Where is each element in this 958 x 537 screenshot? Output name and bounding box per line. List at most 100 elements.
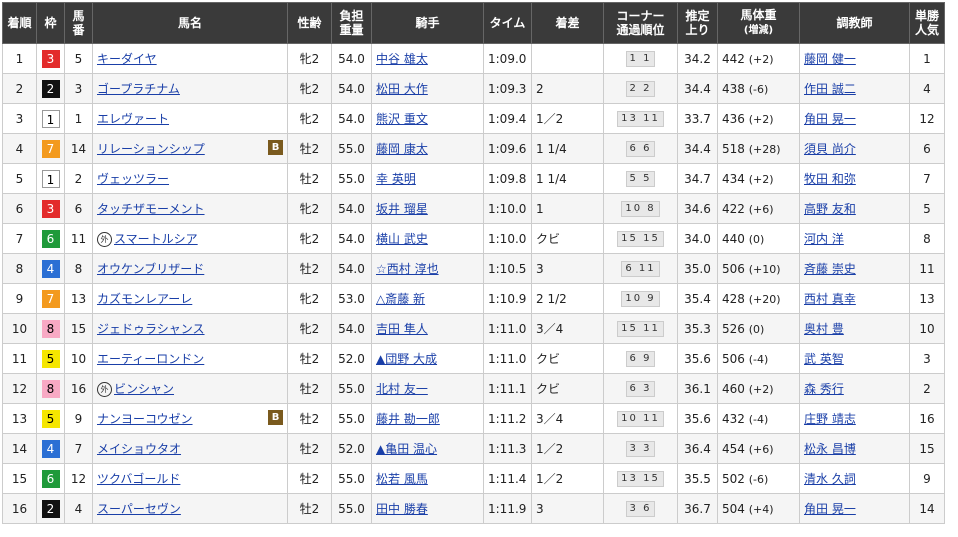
body-weight-cell: 428 (+20) [717,283,800,314]
trainer-cell: 武 英智 [799,343,910,374]
horse-name-link[interactable]: ビンシャン [114,382,174,396]
waku-cell: 8 [36,313,65,344]
body-weight-cell: 436 (+2) [717,103,800,134]
header-label: 着順 [7,16,32,30]
jockey-link[interactable]: 田中 勝春 [376,502,428,516]
header-label: 着差 [555,16,580,30]
margin-cell: 2 1/2 [531,283,604,314]
trainer-cell: 清水 久詞 [799,463,910,494]
jockey-link[interactable]: 藤井 勘一郎 [376,412,440,426]
table-row: 16 2 4 スーパーセヴン 牡2 55.0 田中 勝春 1:11.9 3 3 6 36.7 504 … [2,493,945,524]
jockey-link[interactable]: 吉田 隼人 [376,322,428,336]
header-label: 単勝 [914,9,939,23]
header-label: 負担 [339,9,364,23]
last-3f-cell: 34.2 [677,43,718,74]
header-label: 調教師 [836,16,873,30]
margin-cell: 3／4 [531,403,604,434]
horse-name-link[interactable]: スマートルシア [114,232,198,246]
corner-cell: 13 11 [603,103,678,134]
jockey-link[interactable]: ☆西村 淳也 [376,262,439,276]
horse-name-link[interactable]: スーパーセヴン [97,502,181,516]
body-weight-diff: (+2) [748,382,774,396]
horse-name-link[interactable]: ジェドゥラシャンス [97,322,205,336]
rank-cell: 3 [2,103,37,134]
jockey-link[interactable]: 坂井 瑠星 [376,202,428,216]
jockey-link[interactable]: ▲団野 大成 [376,352,437,366]
trainer-link[interactable]: 松永 昌博 [804,442,856,456]
jockey-link[interactable]: ▲亀田 温心 [376,442,437,456]
trainer-link[interactable]: 角田 晃一 [804,112,856,126]
rank-cell: 14 [2,433,37,464]
trainer-link[interactable]: 牧田 和弥 [804,172,856,186]
jockey-link[interactable]: 藤岡 康太 [376,142,428,156]
jockey-cell: 吉田 隼人 [371,313,484,344]
popularity-cell: 16 [909,403,945,434]
horse-name-link[interactable]: オウケンブリザード [97,262,204,276]
waku-badge: 5 [41,409,60,428]
corner-positions: 3 3 [625,441,656,457]
trainer-link[interactable]: 奥村 豊 [804,322,844,336]
horse-name-link[interactable]: タッチザモーメント [97,202,205,216]
horse-name-link[interactable]: ナンヨーコウゼン [97,412,193,426]
sex-age-cell: 牡2 [287,133,332,164]
horse-name-link[interactable]: リレーションシップ [97,142,205,156]
jockey-cell: ▲団野 大成 [371,343,484,374]
horse-name-link[interactable]: エーティーロンドン [97,352,204,366]
last-3f-cell: 35.6 [677,403,718,434]
rank-cell: 11 [2,343,37,374]
weight-carried-cell: 54.0 [331,193,372,224]
jockey-link[interactable]: 熊沢 重文 [376,112,428,126]
trainer-link[interactable]: 森 秀行 [804,382,844,396]
body-weight: 506 [722,261,745,276]
trainer-cell: 角田 晃一 [799,493,910,524]
body-weight-cell: 422 (+6) [717,193,800,224]
header-label: 馬名 [177,16,202,30]
corner-cell: 10 11 [603,403,678,434]
horse-name-link[interactable]: ヴェッツラー [97,172,169,186]
horse-name-link[interactable]: ゴープラチナム [97,82,180,96]
weight-carried-cell: 54.0 [331,73,372,104]
trainer-link[interactable]: 作田 誠二 [804,82,856,96]
table-row: 10 8 15 ジェドゥラシャンス 牝2 54.0 吉田 隼人 1:11.0 3／4 15 11 3… [2,313,945,344]
body-weight-diff: (0) [748,322,765,336]
horse-name-link[interactable]: ツクバゴールド [97,472,180,486]
trainer-link[interactable]: 須貝 尚介 [804,142,856,156]
trainer-link[interactable]: 藤岡 健一 [804,52,856,66]
margin-cell: 1／2 [531,463,604,494]
foreign-horse-icon: 外 [97,382,112,397]
body-weight-diff: (+28) [748,142,781,156]
horse-name-link[interactable]: エレヴァート [97,112,169,126]
body-weight-cell: 518 (+28) [717,133,800,164]
jockey-link[interactable]: 中谷 雄太 [376,52,428,66]
trainer-link[interactable]: 高野 友和 [804,202,856,216]
trainer-link[interactable]: 庄野 靖志 [804,412,856,426]
last-3f-cell: 35.3 [677,313,718,344]
jockey-link[interactable]: 横山 武史 [376,232,428,246]
trainer-cell: 松永 昌博 [799,433,910,464]
body-weight: 438 [722,81,745,96]
jockey-link[interactable]: 松若 風馬 [376,472,428,486]
trainer-link[interactable]: 角田 晃一 [804,502,856,516]
jockey-link[interactable]: 北村 友一 [376,382,428,396]
horse-name-link[interactable]: キーダイヤ [97,52,157,66]
trainer-link[interactable]: 斉藤 崇史 [804,262,856,276]
trainer-link[interactable]: 西村 真幸 [804,292,856,306]
corner-positions: 2 2 [625,81,656,97]
horse-name-link[interactable]: カズモンレアーレ [97,292,192,306]
margin-cell: 3／4 [531,313,604,344]
body-weight-diff: (-4) [748,412,769,426]
popularity-cell: 3 [909,343,945,374]
margin-cell: 3 [531,253,604,284]
rank-cell: 12 [2,373,37,404]
jockey-link[interactable]: 松田 大作 [376,82,428,96]
corner-cell: 6 3 [603,373,678,404]
trainer-link[interactable]: 河内 洋 [804,232,844,246]
horse-name-link[interactable]: メイショウタオ [97,442,181,456]
jockey-link[interactable]: △斎藤 新 [376,292,425,306]
time-cell: 1:09.0 [483,43,532,74]
jockey-link[interactable]: 幸 英明 [376,172,416,186]
trainer-link[interactable]: 清水 久詞 [804,472,856,486]
body-weight: 518 [722,141,745,156]
body-weight-cell: 506 (+10) [717,253,800,284]
trainer-link[interactable]: 武 英智 [804,352,844,366]
